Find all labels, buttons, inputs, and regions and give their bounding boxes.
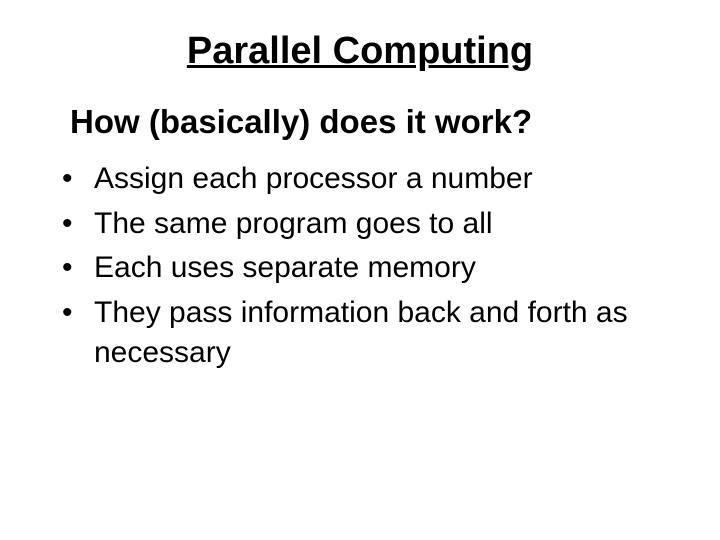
slide-title: Parallel Computing [40, 30, 680, 73]
list-item: They pass information back and forth as … [62, 293, 680, 374]
bullet-list: Assign each processor a number The same … [62, 159, 680, 374]
slide-subtitle: How (basically) does it work? [70, 103, 680, 141]
list-item: The same program goes to all [62, 204, 680, 245]
list-item: Each uses separate memory [62, 248, 680, 289]
list-item: Assign each processor a number [62, 159, 680, 200]
